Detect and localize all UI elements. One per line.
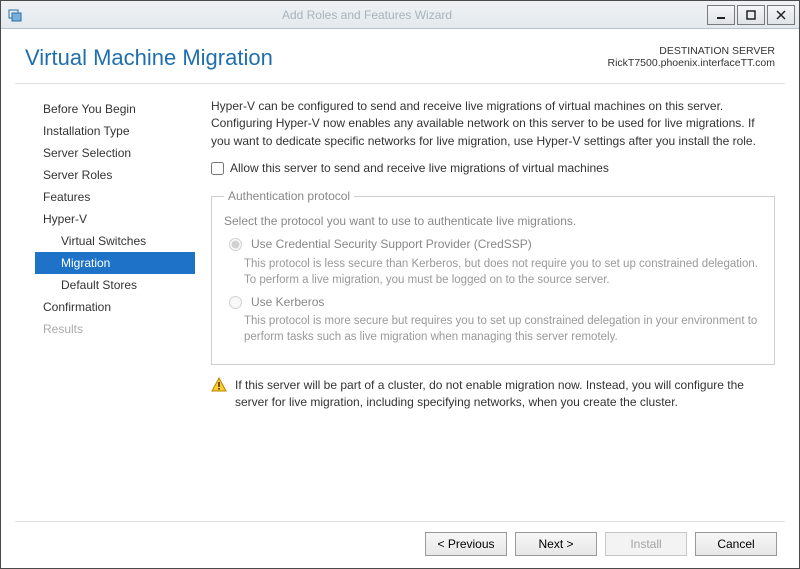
intro-text: Hyper-V can be configured to send and re…	[211, 98, 775, 150]
next-button[interactable]: Next >	[515, 532, 597, 556]
nav-item-migration[interactable]: Migration	[35, 252, 195, 274]
page-title: Virtual Machine Migration	[25, 45, 273, 71]
cancel-button[interactable]: Cancel	[695, 532, 777, 556]
destination-server: DESTINATION SERVER RickT7500.phoenix.int…	[608, 45, 776, 69]
title-bar: Add Roles and Features Wizard	[1, 1, 799, 29]
radio-kerberos-label: Use Kerberos	[251, 294, 324, 311]
minimize-button[interactable]	[707, 5, 735, 25]
cluster-warning-text: If this server will be part of a cluster…	[235, 377, 771, 412]
radio-kerberos-desc: This protocol is more secure but require…	[244, 313, 762, 345]
radio-credssp-label: Use Credential Security Support Provider…	[251, 236, 532, 253]
wizard-steps-sidebar: Before You BeginInstallation TypeServer …	[15, 94, 201, 511]
nav-item-features[interactable]: Features	[35, 186, 195, 208]
nav-item-before-you-begin[interactable]: Before You Begin	[35, 98, 195, 120]
radio-credssp-desc: This protocol is less secure than Kerber…	[244, 256, 762, 288]
nav-item-default-stores[interactable]: Default Stores	[35, 274, 195, 296]
wizard-body: Before You BeginInstallation TypeServer …	[15, 83, 785, 522]
destination-value: RickT7500.phoenix.interfaceTT.com	[608, 57, 776, 69]
app-icon	[7, 7, 23, 23]
nav-item-installation-type[interactable]: Installation Type	[35, 120, 195, 142]
nav-item-confirmation[interactable]: Confirmation	[35, 296, 195, 318]
nav-item-server-roles[interactable]: Server Roles	[35, 164, 195, 186]
allow-migrations-checkbox-row[interactable]: Allow this server to send and receive li…	[211, 160, 775, 177]
header: Virtual Machine Migration DESTINATION SE…	[15, 29, 785, 83]
previous-button[interactable]: < Previous	[425, 532, 507, 556]
cluster-warning: If this server will be part of a cluster…	[211, 377, 775, 412]
authentication-protocol-group: Authentication protocol Select the proto…	[211, 188, 775, 365]
install-button[interactable]: Install	[605, 532, 687, 556]
nav-item-results: Results	[35, 318, 195, 340]
radio-kerberos-row[interactable]: Use Kerberos	[224, 294, 762, 311]
warning-icon	[211, 377, 227, 393]
window-title: Add Roles and Features Wizard	[29, 8, 705, 22]
wizard-footer: < Previous Next > Install Cancel	[15, 522, 785, 556]
content-area: Virtual Machine Migration DESTINATION SE…	[1, 29, 799, 568]
nav-item-server-selection[interactable]: Server Selection	[35, 142, 195, 164]
radio-credssp-row[interactable]: Use Credential Security Support Provider…	[224, 236, 762, 253]
radio-kerberos[interactable]	[229, 296, 242, 309]
destination-label: DESTINATION SERVER	[608, 45, 776, 57]
close-button[interactable]	[767, 5, 795, 25]
auth-subtext: Select the protocol you want to use to a…	[224, 213, 762, 230]
radio-credssp[interactable]	[229, 238, 242, 251]
wizard-main: Hyper-V can be configured to send and re…	[201, 94, 785, 511]
allow-migrations-checkbox[interactable]	[211, 162, 224, 175]
nav-item-virtual-switches[interactable]: Virtual Switches	[35, 230, 195, 252]
allow-migrations-label: Allow this server to send and receive li…	[230, 160, 609, 177]
nav-item-hyper-v[interactable]: Hyper-V	[35, 208, 195, 230]
maximize-button[interactable]	[737, 5, 765, 25]
auth-legend: Authentication protocol	[224, 188, 354, 205]
